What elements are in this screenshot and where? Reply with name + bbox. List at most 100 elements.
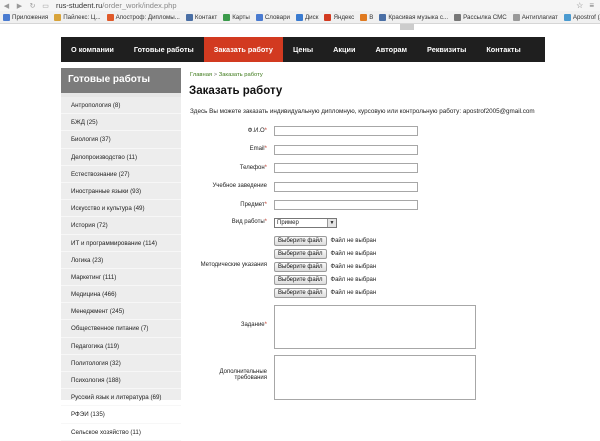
fio-label: Ф.И.О* (247, 128, 267, 134)
bookmark-item[interactable]: Яндекс (321, 13, 357, 21)
bookmark-icon (106, 13, 114, 21)
sidebar-category-item[interactable]: Сельское хозяйство (11) (61, 424, 181, 441)
bookmark-item[interactable]: Контакт (183, 13, 220, 21)
sidebar-category-item[interactable]: Делопроизводство (11) (61, 149, 181, 166)
menu-icon[interactable]: ≡ (589, 1, 594, 10)
breadcrumb-home[interactable]: Главная (190, 72, 212, 78)
page-intro: Здесь Вы можете заказать индивидуальную … (190, 108, 535, 115)
file-row: Выберите файл Файл не выбран (274, 288, 376, 298)
sidebar-category-item[interactable]: Биология (37) (61, 131, 181, 149)
bookmark-icon (3, 13, 10, 21)
bookmark-icon (185, 13, 193, 21)
bookmark-item[interactable]: Карты (220, 13, 253, 21)
bookmark-item[interactable]: Апостроф: Дипломы... (104, 13, 183, 21)
reload-icon[interactable]: ↻ (26, 2, 39, 10)
sidebar-category-item[interactable]: ИТ и программирование (114) (61, 235, 181, 252)
bookmark-item[interactable]: Пайлекс: Ц... (51, 13, 103, 21)
work-type-select[interactable]: Пример ▼ (274, 218, 337, 228)
bookmark-item[interactable]: Приложения (0, 13, 51, 21)
sidebar-category-item[interactable]: Иностранные языки (93) (61, 183, 181, 201)
bookmark-item[interactable]: Apostrof (Apostro... (561, 13, 600, 21)
task-textarea[interactable] (274, 305, 476, 349)
bookmark-item[interactable]: Диск (293, 13, 321, 21)
sidebar-category-item[interactable]: Логика (23) (61, 252, 181, 269)
file-row: Выберите файл Файл не выбран (274, 275, 376, 285)
file-row: Выберите файл Файл не выбран (274, 262, 376, 272)
page-title: Заказать работу (189, 85, 283, 97)
email-label: Email* (249, 146, 267, 152)
file-row: Выберите файл Файл не выбран (274, 249, 376, 259)
bookmarks-bar: Приложения Пайлекс: Ц... Апостроф: Дипломы… (0, 11, 600, 24)
url-field[interactable]: rus-student.ru/order_work/index.php (56, 1, 177, 10)
star-icon[interactable]: ☆ (576, 1, 583, 10)
menu-item-promo[interactable]: Акции (323, 37, 365, 62)
choose-file-button[interactable]: Выберите файл (274, 275, 327, 285)
sidebar-category-item[interactable]: Искусство и культура (49) (61, 200, 181, 218)
bookmark-icon (295, 13, 303, 21)
subject-input[interactable] (274, 200, 418, 210)
chevron-down-icon[interactable]: ▼ (327, 219, 336, 227)
choose-file-button[interactable]: Выберите файл (274, 288, 327, 298)
header-strip (0, 24, 600, 37)
choose-file-button[interactable]: Выберите файл (274, 262, 327, 272)
school-label: Учебное заведение (212, 183, 267, 189)
subject-label: Предмет* (240, 202, 267, 208)
breadcrumb-current[interactable]: Заказать работу (219, 72, 263, 78)
forward-arrow-icon[interactable]: ▶ (13, 2, 26, 10)
bookmark-icon (223, 13, 231, 21)
school-input[interactable] (274, 182, 418, 192)
address-bar: ◀ ▶ ↻ ▭ rus-student.ru/order_work/index.… (0, 0, 600, 11)
work-type-label: Вид работы* (231, 219, 267, 225)
file-row: Выберите файл Файл не выбран (274, 236, 376, 246)
additional-label: Дополнительные требования (219, 369, 268, 381)
menu-item-order[interactable]: Заказать работу (203, 37, 283, 62)
sidebar: Готовые работы Антропология (8) БЖД (25) Б… (61, 68, 181, 441)
bookmark-icon (324, 13, 332, 21)
menu-item-ready-works[interactable]: Готовые работы (124, 37, 204, 62)
bookmark-icon (54, 13, 62, 21)
breadcrumb: Главная > Заказать работу (190, 72, 263, 78)
bookmark-item[interactable]: Словари (253, 13, 293, 21)
bookmark-icon (512, 13, 520, 21)
menu-item-prices[interactable]: Цены (283, 37, 323, 62)
sidebar-category-item[interactable]: Политология (32) (61, 355, 181, 372)
menu-item-requisites[interactable]: Реквизиты (417, 37, 476, 62)
email-input[interactable] (274, 145, 418, 155)
bookmark-item[interactable]: В (357, 13, 376, 21)
fio-input[interactable] (274, 126, 418, 136)
sidebar-category-item[interactable]: Общественное питание (7) (61, 320, 181, 338)
back-arrow-icon[interactable]: ◀ (0, 2, 13, 10)
phone-label: Телефон* (239, 165, 267, 171)
additional-textarea[interactable] (274, 355, 476, 400)
bookmark-icon (454, 13, 462, 21)
sidebar-category-item[interactable]: Антропология (8) (61, 97, 181, 115)
sidebar-category-item[interactable]: РФЭИ (135) (61, 406, 181, 424)
task-label: Задание* (240, 322, 267, 328)
bookmark-icon (360, 13, 368, 21)
sidebar-category-item[interactable]: Медицина (466) (61, 286, 181, 304)
phone-input[interactable] (274, 163, 418, 173)
sidebar-category-item[interactable]: Педагогика (119) (61, 338, 181, 355)
header-search-stub (400, 24, 414, 30)
guidelines-label: Методические указания (200, 262, 267, 268)
sidebar-category-item[interactable]: Русский язык и литература (69) (61, 389, 181, 407)
main-menu: О компании Готовые работы Заказать работ… (61, 37, 545, 62)
sidebar-category-item[interactable]: Психология (188) (61, 372, 181, 390)
page-icon: ▭ (42, 2, 49, 10)
choose-file-button[interactable]: Выберите файл (274, 236, 327, 246)
bookmark-item[interactable]: Красивая музыка с... (376, 13, 451, 21)
bookmark-item[interactable]: Рассылка СМС (451, 13, 510, 21)
choose-file-button[interactable]: Выберите файл (274, 249, 327, 259)
menu-item-about[interactable]: О компании (61, 37, 124, 62)
sidebar-category-item[interactable]: Маркетинг (111) (61, 269, 181, 287)
sidebar-category-item[interactable]: Менеджмент (245) (61, 303, 181, 321)
bookmark-icon (255, 13, 263, 21)
sidebar-category-item[interactable]: БЖД (25) (61, 114, 181, 132)
sidebar-title: Готовые работы (61, 68, 181, 93)
menu-item-authors[interactable]: Авторам (366, 37, 418, 62)
bookmark-item[interactable]: Антиплагиат (510, 13, 561, 21)
bookmark-icon (563, 13, 571, 21)
menu-item-contacts[interactable]: Контакты (476, 37, 530, 62)
sidebar-category-item[interactable]: Естествознание (27) (61, 166, 181, 183)
sidebar-category-item[interactable]: История (72) (61, 217, 181, 235)
